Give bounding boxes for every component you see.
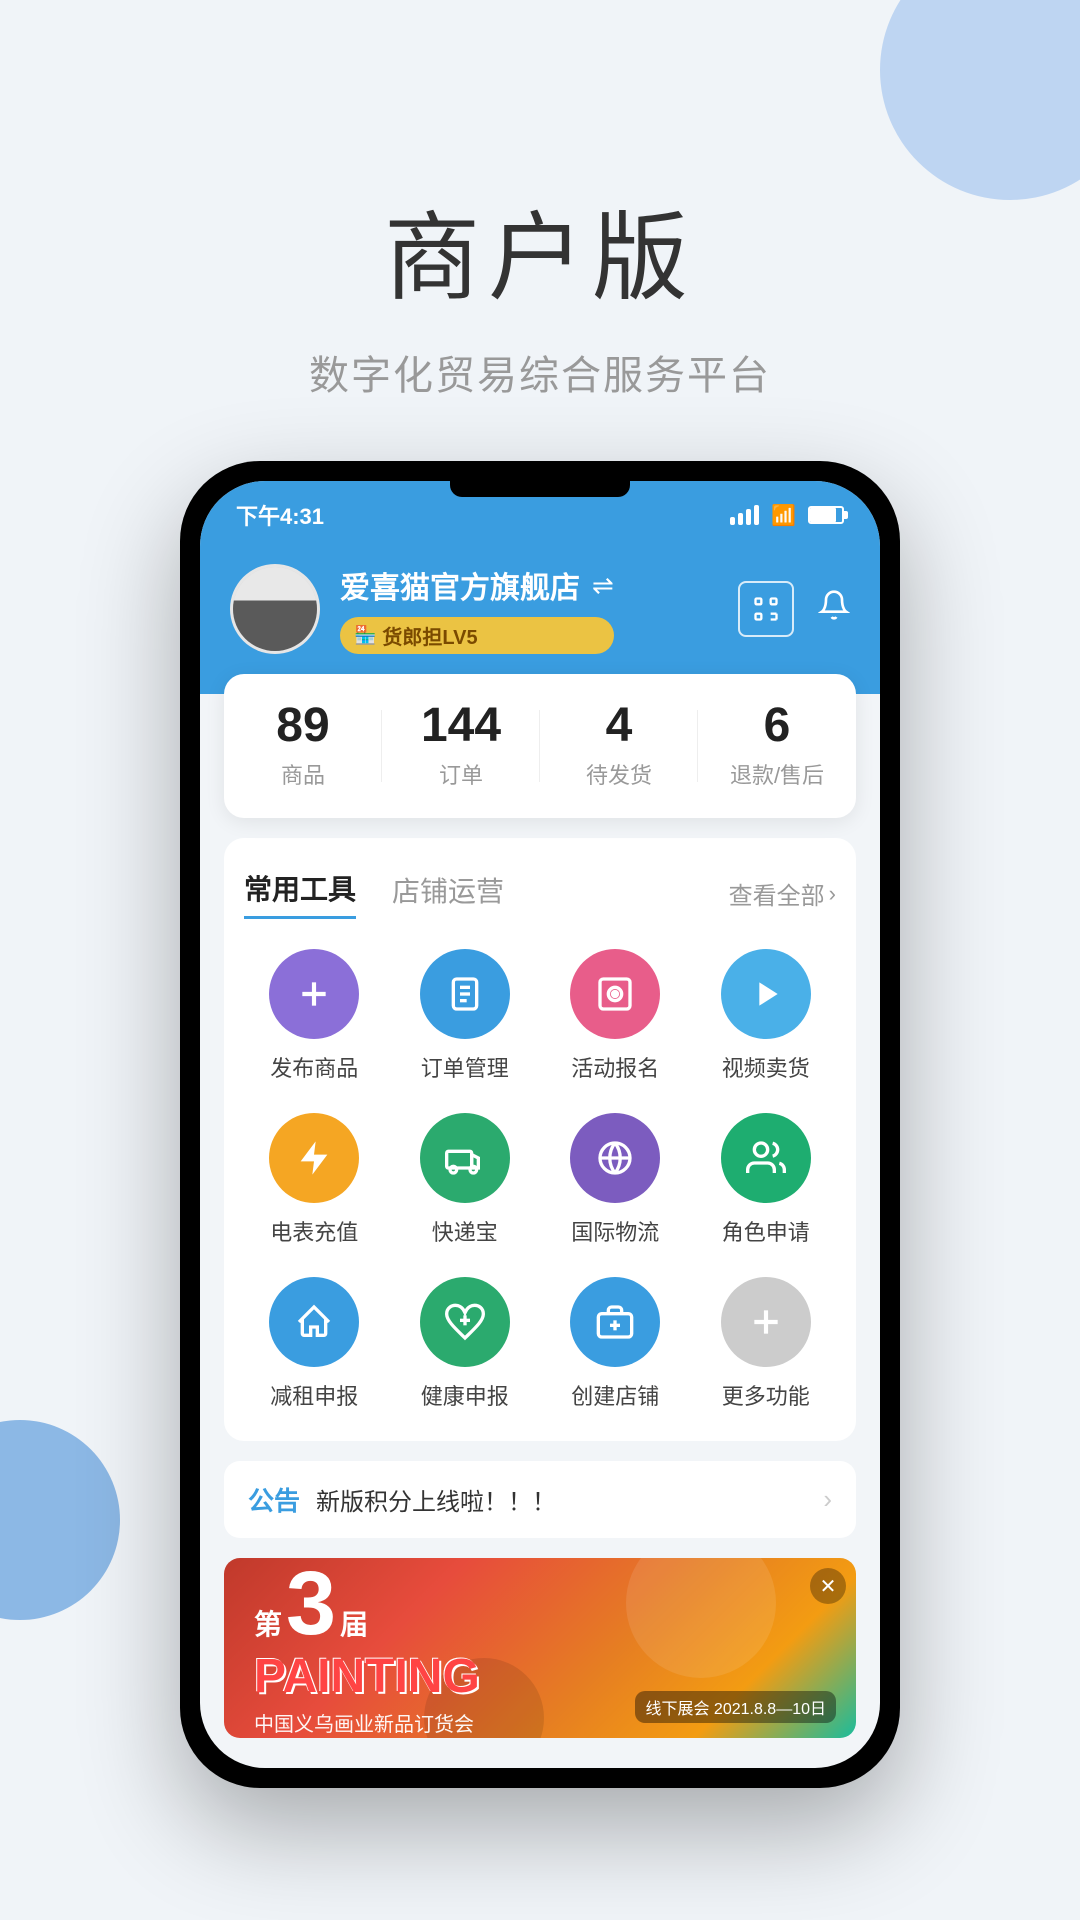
tool-role-apply[interactable]: 角色申请: [696, 1113, 837, 1247]
role-apply-icon: [721, 1113, 811, 1203]
banner-title-en: PAINTING: [254, 1649, 480, 1704]
electric-recharge-label: 电表充值: [270, 1215, 358, 1247]
view-all-text: 查看全部: [729, 876, 825, 911]
express-icon: [420, 1113, 510, 1203]
badge-icon: 🏪: [354, 625, 376, 646]
status-icons: 📶: [730, 503, 844, 528]
health-report-label: 健康申报: [421, 1379, 509, 1411]
publish-product-label: 发布商品: [270, 1051, 358, 1083]
tool-order-management[interactable]: 订单管理: [395, 949, 536, 1083]
badge-text: 货郎担LV5: [382, 621, 477, 650]
stat-refund[interactable]: 6 退款/售后: [698, 674, 856, 818]
stat-pending-number: 4: [550, 702, 688, 750]
tool-electric-recharge[interactable]: 电表充值: [244, 1113, 385, 1247]
activity-signup-label: 活动报名: [571, 1051, 659, 1083]
stat-products[interactable]: 89 商品: [224, 674, 382, 818]
tab-store-ops[interactable]: 店铺运营: [392, 870, 504, 918]
banner-image: 第 3 届 PAINTING 中国义乌画业新品订货会 ✕ 线下展会 2021.8…: [224, 1558, 856, 1738]
tool-more-functions[interactable]: 更多功能: [696, 1277, 837, 1411]
page-subtitle: 数字化贸易综合服务平台: [0, 343, 1080, 401]
more-functions-icon: [721, 1277, 811, 1367]
health-report-icon: [420, 1277, 510, 1367]
announcement-text: 新版积分上线啦！！！: [316, 1482, 807, 1517]
tab-common-tools[interactable]: 常用工具: [244, 868, 356, 919]
tools-tabs: 常用工具 店铺运营 查看全部 ›: [244, 868, 836, 919]
store-name: 爱喜猫官方旗舰店: [340, 563, 580, 607]
express-label: 快递宝: [432, 1215, 498, 1247]
banner-close-button[interactable]: ✕: [810, 1568, 846, 1604]
wifi-icon: 📶: [771, 503, 796, 528]
view-all-button[interactable]: 查看全部 ›: [729, 876, 836, 911]
stat-pending-label: 待发货: [550, 758, 688, 790]
announcement-tag: 公告: [248, 1481, 300, 1518]
signal-icon: [730, 505, 759, 525]
banner-subtitle: 中国义乌画业新品订货会: [254, 1708, 480, 1737]
tool-video-selling[interactable]: 视频卖货: [696, 949, 837, 1083]
tools-grid: 发布商品 订单管理: [244, 949, 836, 1411]
activity-signup-icon: [570, 949, 660, 1039]
rent-reduction-label: 减租申报: [270, 1379, 358, 1411]
banner-content: 第 3 届 PAINTING 中国义乌画业新品订货会: [254, 1559, 480, 1737]
intl-logistics-icon: [570, 1113, 660, 1203]
stat-orders-label: 订单: [392, 758, 530, 790]
role-apply-label: 角色申请: [722, 1215, 810, 1247]
tool-intl-logistics[interactable]: 国际物流: [545, 1113, 686, 1247]
store-name-row: 爱喜猫官方旗舰店 ⇌: [340, 563, 614, 607]
page-title: 商户版: [0, 180, 1080, 319]
rent-reduction-icon: [269, 1277, 359, 1367]
announcement-bar[interactable]: 公告 新版积分上线啦！！！ ›: [224, 1461, 856, 1538]
switch-store-icon[interactable]: ⇌: [592, 570, 614, 601]
stats-card: 89 商品 144 订单 4 待发货 6 退款/售后: [224, 674, 856, 818]
stat-pending[interactable]: 4 待发货: [540, 674, 698, 818]
scan-button[interactable]: [738, 581, 794, 637]
banner-post-title: 届: [340, 1603, 368, 1643]
tool-health-report[interactable]: 健康申报: [395, 1277, 536, 1411]
banner-badge: 线下展会 2021.8.8—10日: [635, 1691, 836, 1723]
stat-refund-label: 退款/售后: [708, 758, 846, 790]
stat-orders-number: 144: [392, 702, 530, 750]
intl-logistics-label: 国际物流: [571, 1215, 659, 1247]
tool-activity-signup[interactable]: 活动报名: [545, 949, 686, 1083]
header-right: [738, 581, 850, 637]
stat-products-number: 89: [234, 702, 372, 750]
notification-button[interactable]: [818, 589, 850, 629]
publish-product-icon: [269, 949, 359, 1039]
tool-rent-reduction[interactable]: 减租申报: [244, 1277, 385, 1411]
video-selling-label: 视频卖货: [722, 1051, 810, 1083]
phone-screen: 下午4:31 📶: [200, 481, 880, 1768]
tool-express[interactable]: 快递宝: [395, 1113, 536, 1247]
stat-products-label: 商品: [234, 758, 372, 790]
stat-orders[interactable]: 144 订单: [382, 674, 540, 818]
avatar[interactable]: [230, 564, 320, 654]
electric-recharge-icon: [269, 1113, 359, 1203]
video-selling-icon: [721, 949, 811, 1039]
announcement-arrow-icon: ›: [823, 1484, 832, 1515]
phone-notch: [450, 481, 630, 497]
create-store-icon: [570, 1277, 660, 1367]
chevron-right-icon: ›: [829, 881, 836, 907]
page-header: 商户版 数字化贸易综合服务平台: [0, 0, 1080, 461]
order-management-icon: [420, 949, 510, 1039]
create-store-label: 创建店铺: [571, 1379, 659, 1411]
more-functions-label: 更多功能: [722, 1379, 810, 1411]
banner-number: 3: [286, 1559, 336, 1649]
battery-icon: [808, 506, 844, 524]
store-badge: 🏪 货郎担LV5: [340, 617, 614, 654]
tool-create-store[interactable]: 创建店铺: [545, 1277, 686, 1411]
tool-publish-product[interactable]: 发布商品: [244, 949, 385, 1083]
phone-container: 下午4:31 📶: [0, 461, 1080, 1788]
stat-refund-number: 6: [708, 702, 846, 750]
phone-mockup: 下午4:31 📶: [180, 461, 900, 1788]
tools-section: 常用工具 店铺运营 查看全部 ›: [224, 838, 856, 1441]
banner-container[interactable]: 第 3 届 PAINTING 中国义乌画业新品订货会 ✕ 线下展会 2021.8…: [224, 1558, 856, 1738]
order-management-label: 订单管理: [421, 1051, 509, 1083]
banner-pre-title: 第: [254, 1603, 282, 1643]
status-time: 下午4:31: [236, 499, 324, 531]
store-info: 爱喜猫官方旗舰店 ⇌ 🏪 货郎担LV5: [340, 563, 614, 654]
header-left: 爱喜猫官方旗舰店 ⇌ 🏪 货郎担LV5: [230, 563, 614, 654]
app-header: 爱喜猫官方旗舰店 ⇌ 🏪 货郎担LV5: [200, 543, 880, 694]
